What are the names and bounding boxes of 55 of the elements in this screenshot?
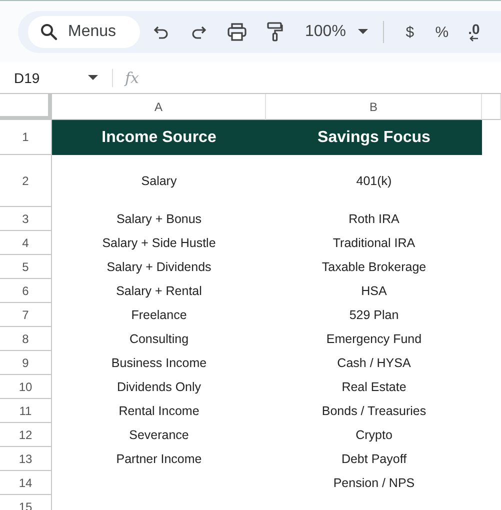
row-header[interactable]: 10	[0, 375, 52, 399]
undo-icon[interactable]	[153, 24, 169, 40]
table-cell-text: Crypto	[354, 427, 394, 444]
row-header[interactable]: 11	[0, 399, 52, 423]
decrease-decimal-button[interactable]: .0	[460, 17, 488, 47]
table-cell-text: Cash / HYSA	[336, 355, 412, 372]
zoom-dropdown[interactable]: 100%	[302, 17, 371, 47]
table-cell-text: Salary + Dividends	[106, 259, 212, 276]
column-title: Income Source	[52, 120, 266, 155]
percent-button[interactable]: %	[428, 17, 456, 47]
caret-icon	[88, 74, 98, 80]
arrow-icon	[468, 34, 479, 42]
table-cell-text: 529 Plan	[348, 307, 400, 324]
table-cell-text: Dividends Only	[116, 379, 202, 396]
redo-icon[interactable]	[191, 24, 207, 40]
row-header[interactable]: 3	[0, 207, 52, 231]
table-cell-text: 401(k)	[355, 173, 393, 190]
table-cell-text: Salary + Side Hustle	[101, 235, 217, 252]
row-header[interactable]: 5	[0, 255, 52, 279]
row-header[interactable]: 6	[0, 279, 52, 303]
row-header[interactable]: 7	[0, 303, 52, 327]
table-cell-text: Debt Payoff	[340, 451, 408, 468]
table-cell-text: Emergency Fund	[325, 331, 423, 348]
table-cell-text: Partner Income	[115, 451, 203, 468]
table-cell-text: Roth IRA	[348, 211, 400, 228]
caret-icon	[358, 29, 368, 35]
table-cell-text: Business Income	[110, 355, 208, 372]
paint-roller-icon[interactable]	[267, 22, 283, 42]
currency-button[interactable]: $	[396, 17, 424, 47]
table-cell-text: Freelance	[130, 307, 188, 324]
row-header[interactable]: 12	[0, 423, 52, 447]
row-header[interactable]: 14	[0, 471, 52, 495]
table-cell-text: Salary	[140, 173, 178, 190]
row-header[interactable]: 2	[0, 155, 52, 207]
table-cell-text: Consulting	[128, 331, 190, 348]
search-field[interactable]: Menus	[28, 16, 140, 48]
row-header[interactable]: 9	[0, 351, 52, 375]
table-cell-text: Taxable Brokerage	[320, 259, 428, 276]
table-cell-text: Salary + Rental	[115, 283, 203, 300]
table-cell-text: Severance	[128, 427, 190, 444]
search-icon	[40, 23, 58, 41]
table-cell-text: HSA	[360, 283, 388, 300]
column-title: Savings Focus	[266, 120, 482, 155]
function-label: fx	[125, 68, 140, 86]
name-box[interactable]: D19	[8, 66, 104, 90]
table-cell-text: Real Estate	[340, 379, 408, 396]
print-icon[interactable]	[227, 23, 247, 41]
table-cell-text: Traditional IRA	[332, 235, 416, 252]
row-header[interactable]: 8	[0, 327, 52, 351]
table-cell-text: Salary + Bonus	[115, 211, 203, 228]
table-cell-text: Bonds / Treasuries	[320, 403, 428, 420]
table-cell-text: Pension / NPS	[332, 475, 416, 492]
table-cell-text: Rental Income	[118, 403, 200, 420]
row-header[interactable]: 13	[0, 447, 52, 471]
row-header[interactable]: 4	[0, 231, 52, 255]
